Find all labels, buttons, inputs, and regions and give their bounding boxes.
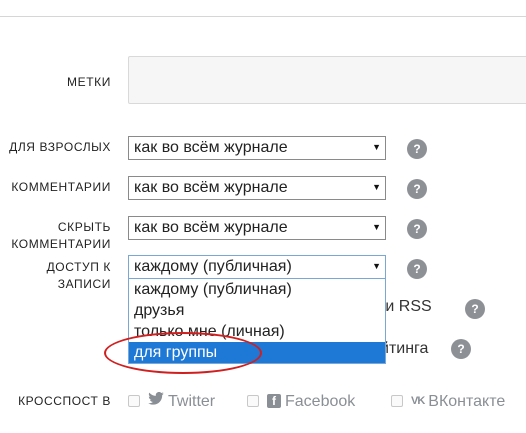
vk-label: ВКонтакте <box>428 393 506 410</box>
chevron-down-icon: ▼ <box>372 222 381 232</box>
rating-option-text: йтинга <box>380 340 429 357</box>
crosspost-facebook[interactable]: f Facebook <box>247 393 355 411</box>
facebook-icon: f <box>267 393 281 408</box>
comments-select-value: как во всём журнале <box>134 179 288 196</box>
access-option[interactable]: для группы <box>129 342 385 363</box>
chevron-down-icon: ▼ <box>372 182 381 192</box>
tags-input[interactable] <box>128 56 526 104</box>
twitter-label: Twitter <box>168 393 216 411</box>
access-dropdown-list: каждому (публичная) друзья только мне (л… <box>128 278 386 364</box>
help-icon[interactable]: ? <box>451 339 471 359</box>
crosspost-label: КРОССПОСТ В <box>18 394 111 408</box>
vk-checkbox[interactable] <box>391 394 403 407</box>
adult-select[interactable]: как во всём журнале ▼ <box>128 136 386 160</box>
help-icon[interactable]: ? <box>407 219 427 239</box>
access-option[interactable]: друзья <box>129 300 385 321</box>
crosspost-twitter[interactable]: Twitter <box>128 391 216 411</box>
access-option[interactable]: только мне (личная) <box>129 321 385 342</box>
adult-select-value: как во всём журнале <box>134 139 288 156</box>
access-label: ДОСТУП К ЗАПИСИ <box>0 259 111 293</box>
access-label-line2: ЗАПИСИ <box>57 277 111 291</box>
tags-label: МЕТКИ <box>67 75 111 89</box>
hide-comments-select-value: как во всём журнале <box>134 219 288 236</box>
comments-select[interactable]: как во всём журнале ▼ <box>128 176 386 200</box>
help-icon[interactable]: ? <box>407 179 427 199</box>
hide-comments-label: СКРЫТЬ КОММЕНТАРИИ <box>0 219 111 253</box>
access-option[interactable]: каждому (публичная) <box>129 279 385 300</box>
hide-comments-label-line2: КОММЕНТАРИИ <box>11 237 111 251</box>
chevron-down-icon: ▼ <box>372 142 381 152</box>
vk-icon: VK <box>411 394 425 407</box>
help-icon[interactable]: ? <box>407 139 427 159</box>
twitter-icon <box>148 391 164 410</box>
help-icon[interactable]: ? <box>465 299 485 319</box>
help-icon[interactable]: ? <box>407 259 427 279</box>
hide-comments-label-line1: СКРЫТЬ <box>57 220 111 234</box>
hide-comments-select[interactable]: как во всём журнале ▼ <box>128 216 386 240</box>
twitter-checkbox[interactable] <box>128 395 140 407</box>
crosspost-vk[interactable]: VK ВКонтакте <box>391 393 505 411</box>
facebook-label: Facebook <box>285 393 356 410</box>
chevron-down-icon: ▼ <box>372 261 381 271</box>
access-label-line1: ДОСТУП К <box>46 260 111 274</box>
comments-label: КОММЕНТАРИИ <box>11 180 111 194</box>
top-divider <box>0 16 526 17</box>
adult-label: ДЛЯ ВЗРОСЛЫХ <box>9 140 111 154</box>
access-select-value: каждому (публичная) <box>134 258 292 275</box>
facebook-checkbox[interactable] <box>247 394 259 407</box>
access-select[interactable]: каждому (публичная) ▼ <box>128 255 386 279</box>
